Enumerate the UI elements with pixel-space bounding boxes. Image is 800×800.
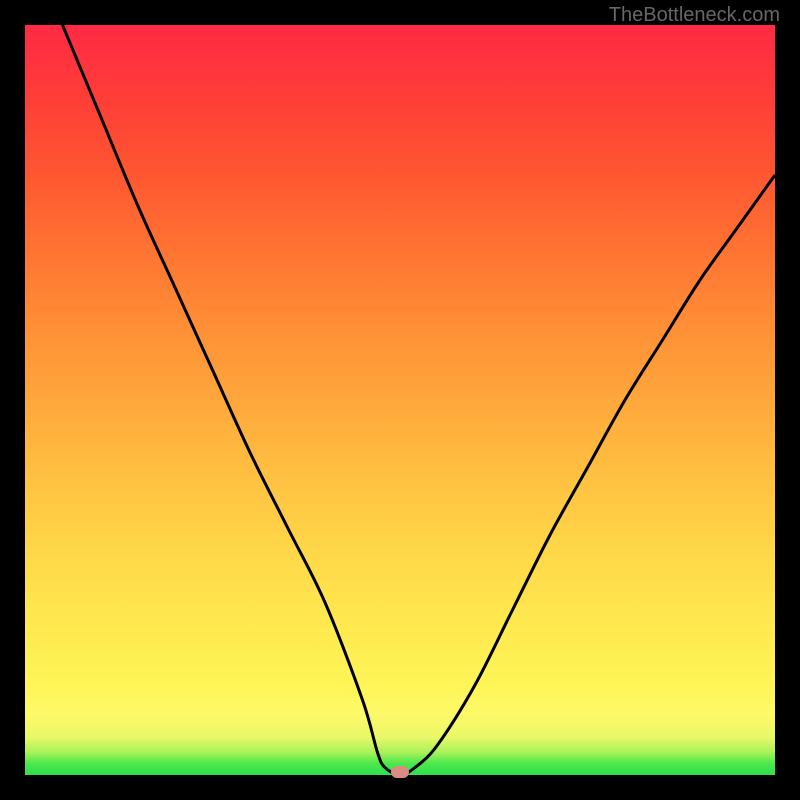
chart-plot-area [25,25,775,775]
watermark-text: TheBottleneck.com [609,4,780,27]
optimal-point-marker [391,766,409,778]
curve-path [63,25,776,775]
bottleneck-curve [25,25,775,775]
